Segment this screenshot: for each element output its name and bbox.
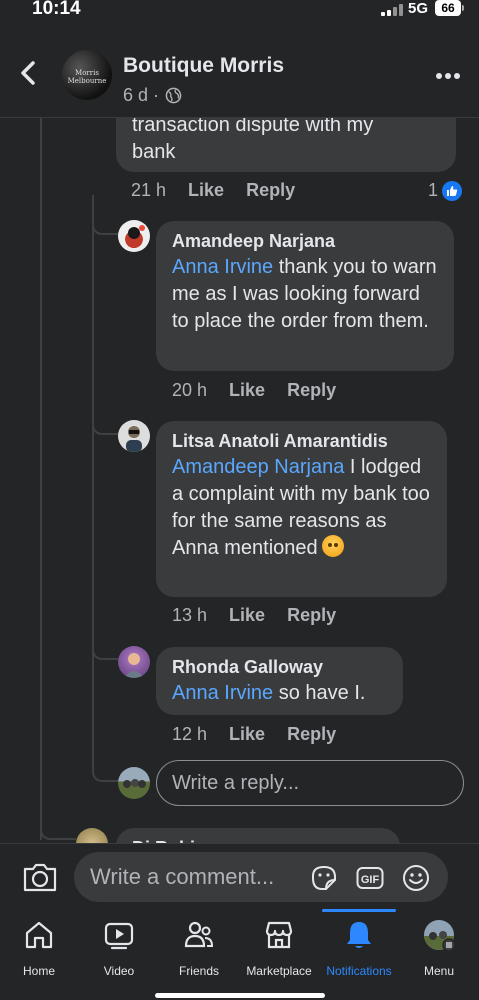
svg-text:GIF: GIF (361, 874, 380, 886)
camera-icon[interactable] (22, 861, 58, 893)
globe-icon (165, 87, 182, 104)
comment-composer: Write a comment... GIF (0, 843, 479, 909)
tab-menu[interactable]: Menu (394, 919, 479, 978)
gif-icon[interactable]: GIF (356, 864, 384, 892)
reply-button[interactable]: Reply (246, 180, 295, 201)
reply-button[interactable]: Reply (287, 605, 336, 626)
comment-bubble: Rhonda Galloway Anna Irvine so have I. (156, 647, 403, 715)
status-bar: 10:14 5G 66 (0, 0, 479, 22)
comment-time: 21 h (131, 180, 167, 200)
smiley-icon[interactable] (402, 864, 430, 892)
thread-line-main (40, 118, 42, 840)
post-header: Morris Melbourne Boutique Morris 6 d · (0, 22, 479, 118)
avatar-logo-text: Morris Melbourne (67, 69, 107, 85)
tab-friends[interactable]: Friends (154, 919, 244, 978)
comment-text: transaction dispute with my bank (132, 114, 374, 163)
tab-label: Home (22, 964, 55, 978)
thread-connector (92, 750, 118, 782)
comment-text: Amandeep Narjana I lodged a complaint wi… (172, 456, 430, 559)
sticker-icon[interactable] (310, 864, 338, 892)
thread-connector (40, 810, 76, 840)
active-tab-indicator (322, 909, 396, 912)
post-meta: 6 d · (123, 85, 182, 106)
bell-icon (347, 922, 371, 948)
signal-icon (381, 4, 403, 16)
home-icon (25, 921, 53, 949)
tab-label: Notifications (326, 964, 392, 978)
current-user-avatar (118, 767, 150, 799)
battery-icon: 66 (435, 0, 461, 16)
comment-bubble: Amandeep Narjana Anna Irvine thank you t… (156, 221, 454, 371)
reaction-count[interactable]: 1 (428, 180, 463, 201)
comment-actions: 12 h Like Reply (172, 724, 336, 745)
tab-label: Video (103, 964, 135, 978)
comment-text: Anna Irvine thank you to warn me as I wa… (172, 256, 437, 332)
reply-button[interactable]: Reply (287, 724, 336, 745)
thread-connector (92, 405, 118, 435)
page-avatar[interactable]: Morris Melbourne (62, 50, 112, 100)
comment-actions: 20 h Like Reply (172, 380, 336, 401)
like-button[interactable]: Like (188, 180, 224, 201)
home-indicator (155, 993, 325, 998)
battery-tip (462, 5, 464, 11)
avatar[interactable] (118, 420, 150, 452)
thumbs-up-icon (442, 180, 463, 201)
comment-input[interactable]: Write a comment... GIF (74, 852, 448, 902)
angry-face-emoji (321, 535, 344, 557)
mention-link[interactable]: Anna Irvine (172, 256, 273, 278)
status-time: 10:14 (32, 0, 81, 19)
page-name[interactable]: Boutique Morris (123, 54, 284, 78)
thread-connector (92, 630, 118, 660)
comment-time: 12 h (172, 724, 208, 744)
like-button[interactable]: Like (229, 724, 265, 745)
comment-author[interactable]: Rhonda Galloway (172, 657, 387, 678)
tab-notifications[interactable]: Notifications (314, 919, 404, 978)
more-dots-icon[interactable] (436, 72, 460, 80)
mention-link[interactable]: Anna Irvine (172, 682, 273, 704)
menu-avatar-icon (424, 920, 455, 951)
network-type: 5G (408, 0, 429, 17)
friends-icon (184, 921, 214, 948)
comment-bubble: Litsa Anatoli Amarantidis Amandeep Narja… (156, 421, 447, 597)
post-time: 6 d · (123, 85, 160, 105)
thread-connector (92, 205, 118, 235)
avatar[interactable] (118, 220, 150, 252)
tab-label: Marketplace (246, 964, 312, 978)
like-button[interactable]: Like (229, 605, 265, 626)
comment-actions: 13 h Like Reply (172, 605, 336, 626)
comment-time: 20 h (172, 380, 208, 400)
comment-time: 13 h (172, 605, 208, 625)
thread-line-replies (92, 195, 94, 760)
tab-label: Menu (423, 964, 455, 978)
chevron-left-icon[interactable] (14, 58, 44, 88)
reaction-count-number: 1 (428, 180, 439, 200)
comment-author[interactable]: Amandeep Narjana (172, 231, 438, 252)
like-button[interactable]: Like (229, 380, 265, 401)
reply-input[interactable]: Write a reply... (156, 760, 464, 806)
reply-button[interactable]: Reply (287, 380, 336, 401)
bottom-tab-bar: Home Video Friends Marketplace Notificat… (0, 909, 479, 1000)
tab-home[interactable]: Home (0, 919, 84, 978)
comment-text: Anna Irvine so have I. (172, 682, 366, 704)
tab-label: Friends (178, 964, 219, 978)
comment-author[interactable]: Litsa Anatoli Amarantidis (172, 431, 431, 452)
mention-link[interactable]: Amandeep Narjana (172, 456, 344, 478)
marketplace-icon (265, 921, 293, 949)
tab-video[interactable]: Video (74, 919, 164, 978)
comment-placeholder: Write a comment... (90, 864, 275, 889)
avatar[interactable] (118, 646, 150, 678)
tab-marketplace[interactable]: Marketplace (234, 919, 324, 978)
video-icon (104, 922, 134, 950)
comment-actions: 21 h Like Reply (131, 180, 295, 201)
